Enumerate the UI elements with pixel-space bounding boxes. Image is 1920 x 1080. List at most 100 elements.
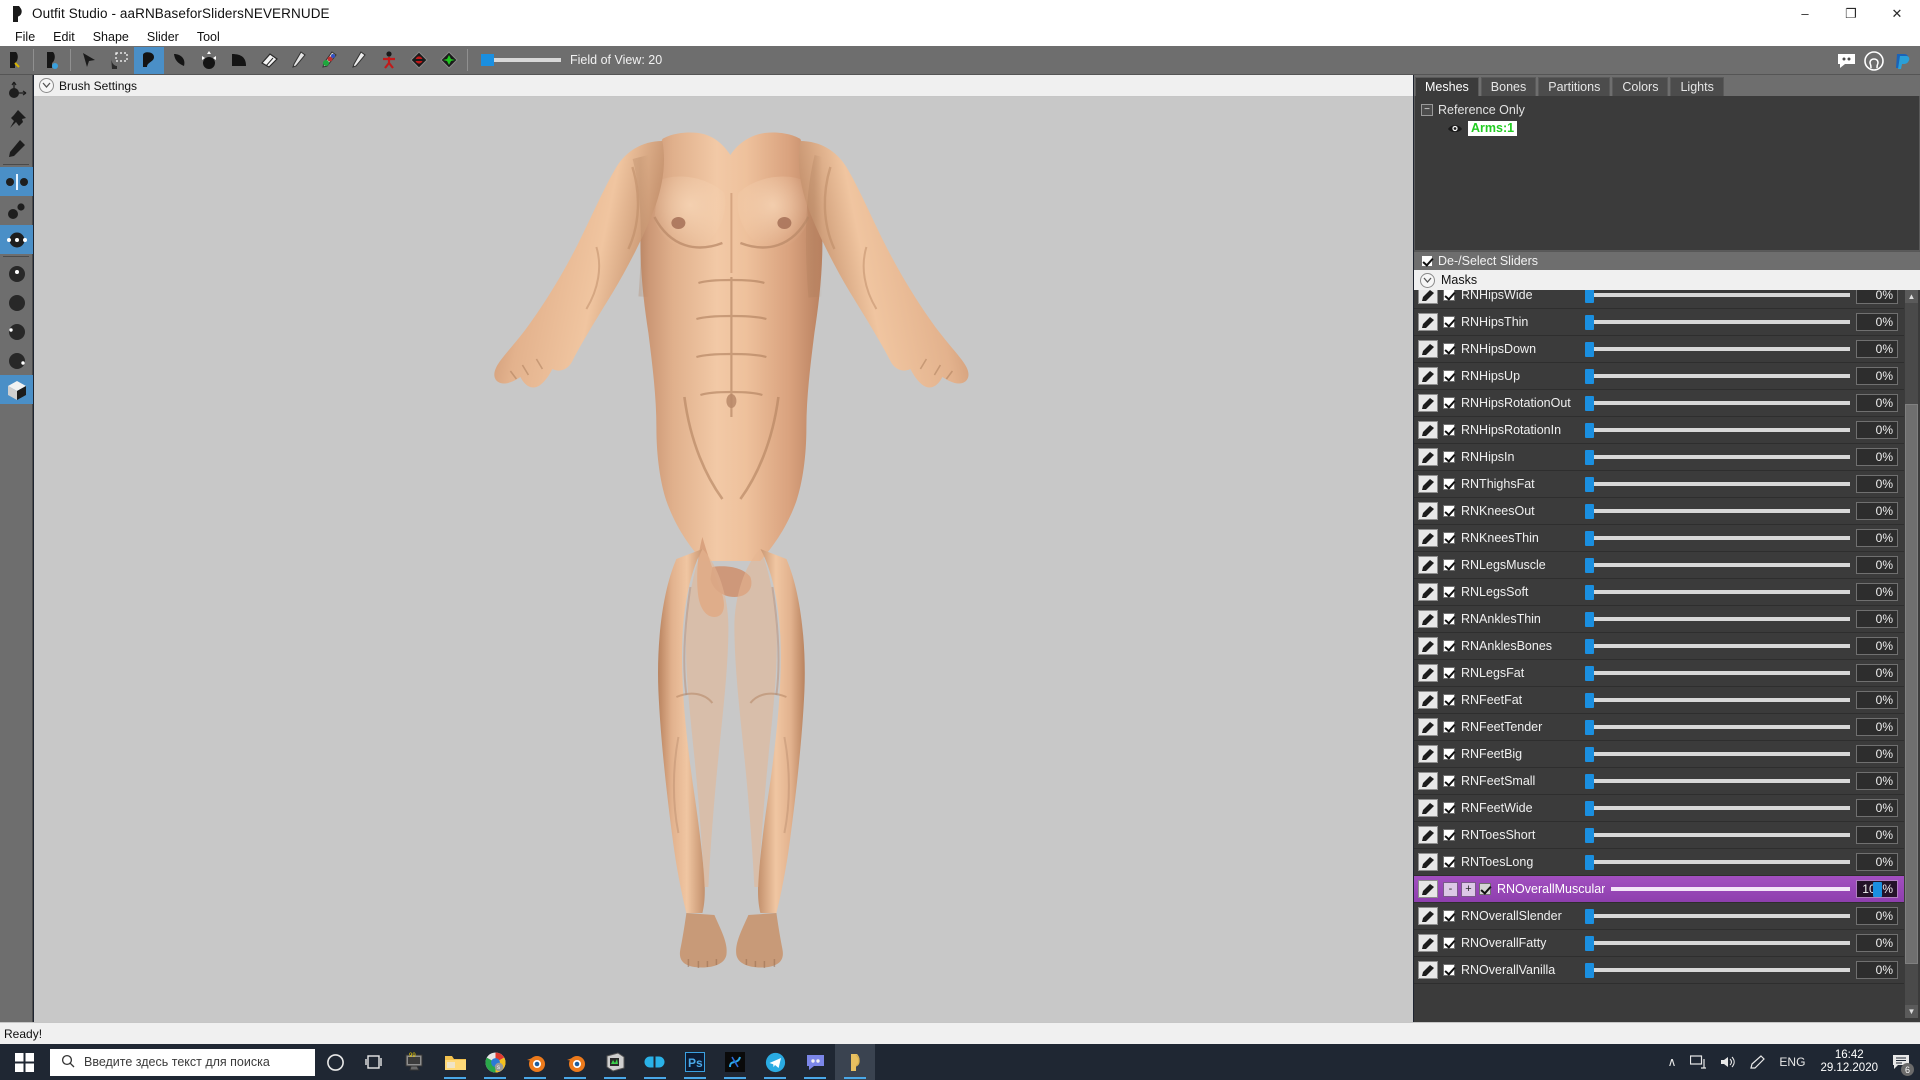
- slider-thumb[interactable]: [1585, 342, 1594, 357]
- slider-row[interactable]: RNHipsUp 0%: [1414, 363, 1904, 390]
- slider-edit-pencil-icon[interactable]: [1418, 826, 1438, 844]
- nifskope-icon[interactable]: [595, 1044, 635, 1080]
- slider-enable-checkbox[interactable]: [1443, 532, 1455, 544]
- slider-thumb[interactable]: [1585, 612, 1594, 627]
- slider-thumb[interactable]: [1585, 639, 1594, 654]
- eye-visible-icon[interactable]: [1447, 123, 1463, 134]
- slider-enable-checkbox[interactable]: [1443, 694, 1455, 706]
- slider-value[interactable]: 0%: [1856, 826, 1898, 844]
- slider-edit-pencil-icon[interactable]: [1418, 448, 1438, 466]
- slider-enable-checkbox[interactable]: [1443, 559, 1455, 571]
- menu-file[interactable]: File: [6, 29, 44, 45]
- move-brush-icon[interactable]: [194, 47, 224, 74]
- inflate-brush-icon[interactable]: [164, 47, 194, 74]
- slider-thumb[interactable]: [1585, 290, 1594, 303]
- scroll-up-arrow[interactable]: ▲: [1905, 290, 1918, 303]
- slider-list-area[interactable]: RNHipsWide 0% RNHipsThin 0% RNHipsDown 0% RNHi…: [1414, 290, 1920, 1018]
- slider-edit-pencil-icon[interactable]: [1418, 313, 1438, 331]
- cortana-icon[interactable]: [315, 1044, 355, 1080]
- slider-track[interactable]: [1585, 961, 1850, 979]
- slider-track[interactable]: [1611, 880, 1883, 898]
- slider-track[interactable]: [1585, 529, 1850, 547]
- tab-bones[interactable]: Bones: [1480, 77, 1537, 96]
- slider-enable-checkbox[interactable]: [1443, 667, 1455, 679]
- slider-row[interactable]: RNOverallFatty 0%: [1414, 930, 1904, 957]
- normals-icon[interactable]: [0, 346, 33, 375]
- tab-lights[interactable]: Lights: [1670, 77, 1724, 96]
- slider-value[interactable]: 0%: [1856, 448, 1898, 466]
- slider-edit-pencil-icon[interactable]: [1418, 718, 1438, 736]
- desktop-99-icon[interactable]: 99: [395, 1044, 435, 1080]
- slider-enable-checkbox[interactable]: [1443, 748, 1455, 760]
- outfit-studio-icon[interactable]: [835, 1044, 875, 1080]
- slider-thumb[interactable]: [1585, 828, 1594, 843]
- slider-enable-checkbox[interactable]: [1443, 802, 1455, 814]
- slider-track[interactable]: [1585, 556, 1850, 574]
- slider-value[interactable]: 0%: [1856, 367, 1898, 385]
- slider-value[interactable]: 0%: [1856, 961, 1898, 979]
- maximize-button[interactable]: ❐: [1828, 0, 1874, 27]
- slider-thumb[interactable]: [1585, 369, 1594, 384]
- slider-row[interactable]: RNAnklesBones 0%: [1414, 633, 1904, 660]
- close-button[interactable]: ✕: [1874, 0, 1920, 27]
- vertex-edit-icon[interactable]: [404, 47, 434, 74]
- slider-track[interactable]: [1585, 799, 1850, 817]
- slider-edit-pencil-icon[interactable]: [1418, 934, 1438, 952]
- mirror-x-icon[interactable]: [0, 167, 33, 196]
- slider-track[interactable]: [1585, 421, 1850, 439]
- slider-row[interactable]: RNToesLong 0%: [1414, 849, 1904, 876]
- slider-track[interactable]: [1585, 745, 1850, 763]
- slider-track[interactable]: [1585, 691, 1850, 709]
- slider-track[interactable]: [1585, 448, 1850, 466]
- 3d-viewport[interactable]: [34, 97, 1413, 1022]
- slider-thumb[interactable]: [1585, 450, 1594, 465]
- slider-edit-pencil-icon[interactable]: [1418, 421, 1438, 439]
- slider-track[interactable]: [1585, 313, 1850, 331]
- paypal-icon[interactable]: [1890, 49, 1914, 73]
- slider-value[interactable]: 0%: [1856, 583, 1898, 601]
- menu-edit[interactable]: Edit: [44, 29, 84, 45]
- slider-thumb[interactable]: [1585, 855, 1594, 870]
- volume-icon[interactable]: [1713, 1044, 1743, 1080]
- chevron-down-icon[interactable]: [1420, 272, 1435, 288]
- slider-edit-pencil-icon[interactable]: [1418, 394, 1438, 412]
- slider-value[interactable]: 0%: [1856, 556, 1898, 574]
- slider-row[interactable]: RNLegsSoft 0%: [1414, 579, 1904, 606]
- slider-enable-checkbox[interactable]: [1443, 316, 1455, 328]
- slider-track[interactable]: [1585, 340, 1850, 358]
- slider-enable-checkbox[interactable]: [1443, 613, 1455, 625]
- network-icon[interactable]: [1683, 1044, 1713, 1080]
- slider-track[interactable]: [1585, 502, 1850, 520]
- slider-row[interactable]: RNFeetBig 0%: [1414, 741, 1904, 768]
- slider-edit-pencil-icon[interactable]: [1418, 290, 1438, 304]
- menu-slider[interactable]: Slider: [138, 29, 188, 45]
- slider-value[interactable]: 0%: [1856, 799, 1898, 817]
- slider-row[interactable]: RNKneesThin 0%: [1414, 525, 1904, 552]
- masks-group-header[interactable]: Masks: [1414, 270, 1920, 290]
- slider-edit-pencil-icon[interactable]: [1418, 502, 1438, 520]
- slider-edit-pencil-icon[interactable]: [1418, 529, 1438, 547]
- slider-row[interactable]: RNAnklesThin 0%: [1414, 606, 1904, 633]
- slider-enable-checkbox[interactable]: [1443, 290, 1455, 301]
- slider-edit-pencil-icon[interactable]: [1418, 880, 1438, 898]
- vertex-points-icon[interactable]: [0, 259, 33, 288]
- language-indicator[interactable]: ENG: [1772, 1044, 1812, 1080]
- slider-row[interactable]: RNToesShort 0%: [1414, 822, 1904, 849]
- slider-track[interactable]: [1585, 907, 1850, 925]
- slider-track[interactable]: [1585, 772, 1850, 790]
- slider-edit-pencil-icon[interactable]: [1418, 664, 1438, 682]
- slider-row[interactable]: RNHipsRotationIn 0%: [1414, 417, 1904, 444]
- slider-edit-pencil-icon[interactable]: [1418, 853, 1438, 871]
- slider-decrement-button[interactable]: -: [1443, 881, 1458, 897]
- slider-row[interactable]: RNFeetTender 0%: [1414, 714, 1904, 741]
- task-view-icon[interactable]: [355, 1044, 395, 1080]
- slider-track[interactable]: [1585, 934, 1850, 952]
- pencil-edit-icon[interactable]: [0, 133, 33, 162]
- slider-edit-pencil-icon[interactable]: [1418, 610, 1438, 628]
- substance-icon[interactable]: [715, 1044, 755, 1080]
- slider-value[interactable]: 0%: [1856, 529, 1898, 547]
- slider-value[interactable]: 0%: [1856, 718, 1898, 736]
- slider-row[interactable]: RNLegsMuscle 0%: [1414, 552, 1904, 579]
- discord-icon[interactable]: [1834, 49, 1858, 73]
- slider-row[interactable]: RNThighsFat 0%: [1414, 471, 1904, 498]
